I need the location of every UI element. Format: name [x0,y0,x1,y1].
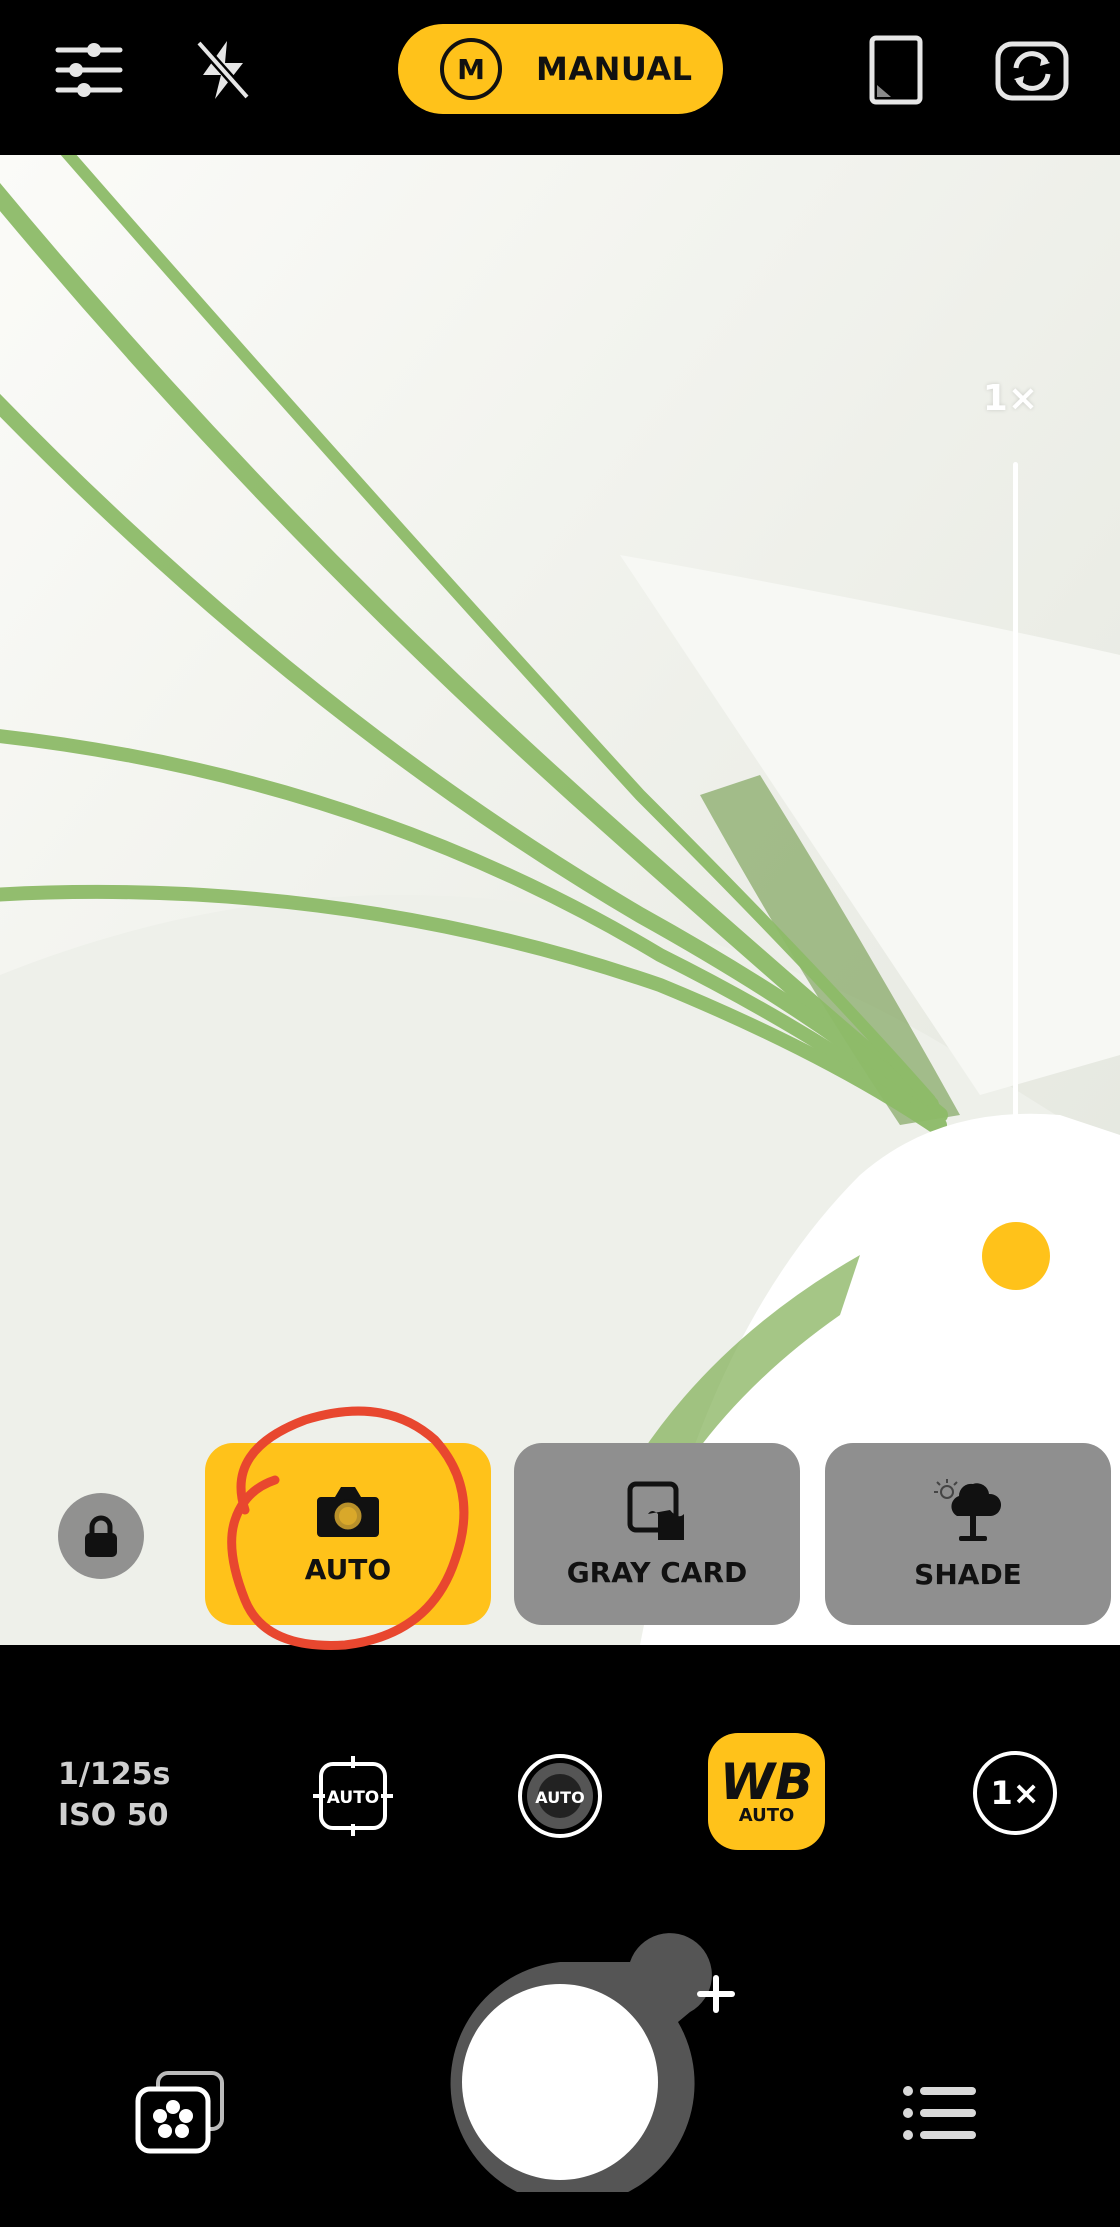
wb-preset-label: GRAY CARD [566,1555,748,1589]
sliders-icon[interactable] [48,32,130,108]
aperture-button[interactable]: AUTO [516,1752,604,1840]
list-menu-icon [903,2086,976,2140]
mode-letter-badge: M [440,38,502,100]
switch-camera-icon[interactable] [990,28,1074,112]
gray-card-icon [627,1481,684,1540]
lock-button[interactable] [58,1493,144,1579]
exposure-readout: 1/125s ISO 50 [58,1754,170,1836]
plus-icon [697,1975,735,2013]
focus-mode-button[interactable]: AUTO [309,1752,397,1840]
photo-gallery-icon [135,2071,224,2154]
mode-manual-button[interactable]: M MANUAL [398,24,723,114]
wb-preset-gray-card[interactable]: GRAY CARD [514,1443,800,1625]
viewfinder-image [0,155,1120,1645]
shutter-button[interactable] [470,1992,650,2172]
camera-viewfinder[interactable] [0,155,1120,1645]
iso-value: ISO 50 [58,1798,169,1833]
white-balance-button[interactable]: WB AUTO [708,1733,825,1850]
focus-mode-label: AUTO [327,1788,380,1808]
wb-subtitle: AUTO [738,1804,795,1826]
lock-icon [85,1515,117,1557]
wb-preset-label: AUTO [304,1552,392,1586]
aperture-label: AUTO [535,1788,584,1807]
wb-preset-auto[interactable]: AUTO [205,1443,491,1625]
wb-preset-shade[interactable]: SHADE [825,1443,1111,1625]
add-button[interactable] [682,1960,750,2028]
aperture-icon: AUTO [518,1754,602,1838]
camera-icon [317,1486,379,1537]
shade-tree-icon [934,1478,1002,1541]
wb-preset-label: SHADE [914,1557,1022,1591]
aspect-ratio-icon[interactable] [866,32,926,108]
zoom-slider-track[interactable] [1013,462,1018,1257]
flash-off-icon[interactable] [190,32,256,108]
zoom-level-label: 1× [982,378,1038,419]
shutter-speed-value: 1/125s [58,1757,171,1792]
mode-label: MANUAL [536,50,693,88]
wb-title: WB [719,1752,814,1811]
focus-target-icon: AUTO [313,1756,393,1836]
gallery-button[interactable] [132,2068,228,2158]
zoom-slider-handle[interactable] [982,1222,1050,1290]
lens-zoom-button[interactable]: 1× [973,1751,1057,1835]
menu-button[interactable] [900,2080,980,2146]
